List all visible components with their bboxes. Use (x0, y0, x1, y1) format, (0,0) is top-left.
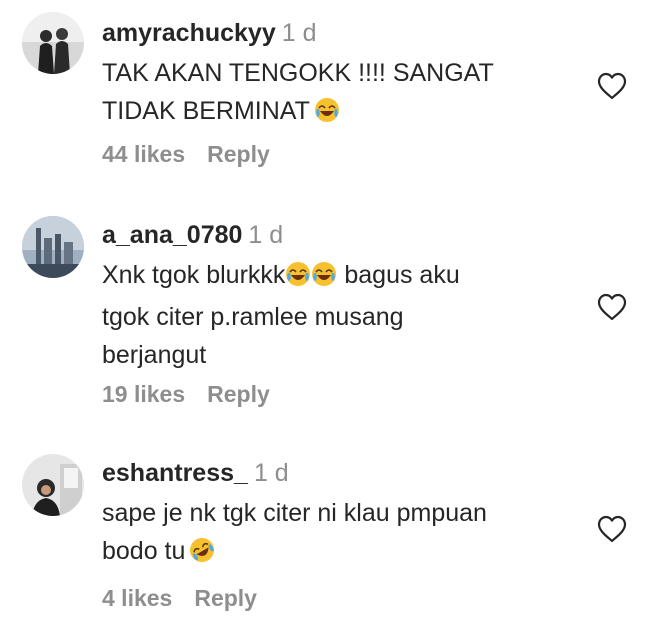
avatar[interactable] (22, 454, 84, 516)
heart-icon[interactable] (596, 514, 628, 544)
comment-header: amyrachuckyy 1 d (102, 18, 598, 48)
comment-text-line: TAK AKAN TENGOKK !!!! SANGAT (102, 59, 494, 87)
comment-text: TAK AKAN TENGOKK !!!! SANGAT TIDAK BERMI… (102, 54, 572, 134)
heart-icon[interactable] (596, 292, 628, 322)
comment-header: eshantress_ 1 d (102, 458, 598, 488)
comment-header: a_ana_0780 1 d (102, 220, 598, 250)
timestamp: 1 d (281, 19, 317, 47)
avatar[interactable] (22, 12, 84, 74)
reply-button[interactable]: Reply (207, 141, 270, 167)
comment-actions: 4 likes Reply (102, 585, 257, 612)
comment-actions: 19 likes Reply (102, 381, 270, 408)
username[interactable]: amyrachuckyy (102, 19, 276, 47)
likes-count[interactable]: 19 likes (102, 381, 185, 407)
comment-text-line: bagus aku (337, 261, 460, 289)
comment-text-line: Xnk tgok blurkkk (102, 261, 286, 289)
comment-text-line: TIDAK BERMINAT (102, 97, 310, 125)
rolling-on-floor-laughing-icon (189, 536, 215, 574)
comment-text: sape je nk tgk citer ni klau pmpuan bodo… (102, 494, 572, 574)
comment-actions: 44 likes Reply (102, 141, 270, 168)
reply-button[interactable]: Reply (194, 585, 257, 611)
comment-text: Xnk tgok blurkkk bagus aku tgok citer p.… (102, 256, 572, 374)
heart-icon[interactable] (596, 71, 628, 101)
reply-button[interactable]: Reply (207, 381, 270, 407)
avatar[interactable] (22, 216, 84, 278)
comment-text-line: berjangut (102, 341, 207, 369)
likes-count[interactable]: 44 likes (102, 141, 185, 167)
face-with-tears-of-joy-icon (314, 96, 340, 134)
face-with-tears-of-joy-icon (311, 260, 337, 298)
comment-text-line: bodo tu (102, 537, 186, 565)
comment-text-line: sape je nk tgk citer ni klau pmpuan (102, 499, 487, 527)
username[interactable]: eshantress_ (102, 459, 248, 487)
timestamp: 1 d (248, 221, 284, 249)
comment-text-line: tgok citer p.ramlee musang (102, 303, 404, 331)
timestamp: 1 d (253, 459, 289, 487)
username[interactable]: a_ana_0780 (102, 221, 242, 249)
likes-count[interactable]: 4 likes (102, 585, 172, 611)
face-with-tears-of-joy-icon (285, 260, 311, 298)
